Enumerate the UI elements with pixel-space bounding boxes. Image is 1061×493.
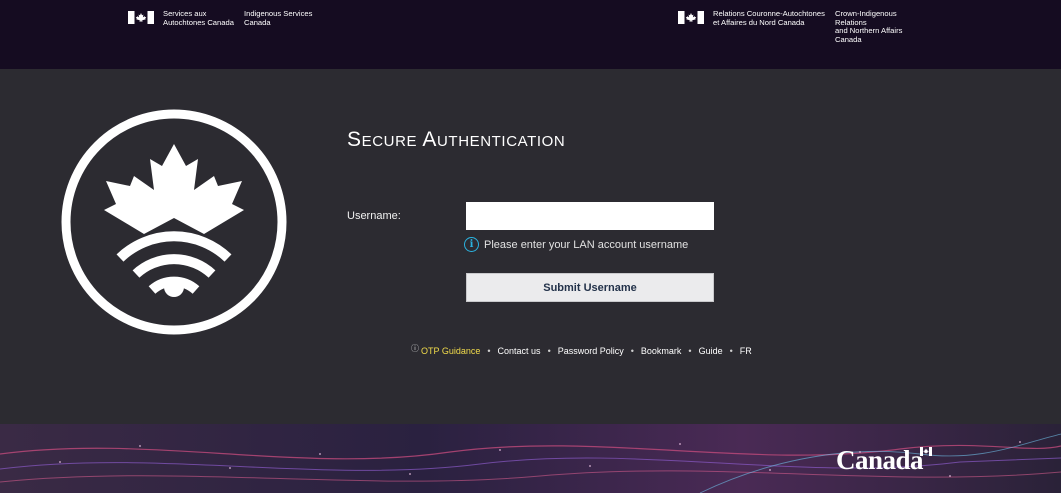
- username-hint: i Please enter your LAN account username: [464, 237, 688, 252]
- secure-maple-wifi-logo-icon: [61, 109, 287, 335]
- federal-identity-banner: Services aux Autochtones Canada Indigeno…: [0, 0, 1061, 69]
- link-separator: •: [547, 345, 551, 356]
- dept-name-en: Crown-Indigenous Relations and Northern …: [835, 9, 903, 44]
- username-label: Username:: [347, 210, 401, 222]
- link-separator: •: [630, 345, 634, 356]
- password-policy-link[interactable]: Password Policy: [558, 346, 624, 356]
- link-separator: •: [688, 345, 692, 356]
- wordmark-flag-icon: [920, 447, 932, 456]
- footer-links: ⓘ OTP Guidance • Contact us • Password P…: [411, 344, 752, 356]
- otp-guidance-link[interactable]: OTP Guidance: [421, 346, 480, 356]
- link-separator: •: [729, 345, 733, 356]
- fip-crown-indigenous-relations: Relations Couronne-Autochtones et Affair…: [678, 9, 916, 44]
- link-separator: •: [487, 345, 491, 356]
- fip-indigenous-services: Services aux Autochtones Canada Indigeno…: [128, 9, 325, 27]
- username-input[interactable]: [466, 202, 714, 230]
- contact-us-link[interactable]: Contact us: [498, 346, 541, 356]
- bookmark-link[interactable]: Bookmark: [641, 346, 682, 356]
- canada-flag-icon: [128, 11, 154, 24]
- canada-flag-icon: [678, 11, 704, 24]
- hint-text: Please enter your LAN account username: [484, 238, 689, 251]
- info-icon: i: [464, 237, 479, 252]
- submit-username-button[interactable]: Submit Username: [466, 273, 714, 302]
- guide-link[interactable]: Guide: [699, 346, 723, 356]
- otp-info-icon: ⓘ: [411, 344, 419, 353]
- dept-name-fr: Services aux Autochtones Canada: [163, 9, 234, 27]
- canada-wordmark: Canada: [836, 445, 924, 475]
- language-toggle-link[interactable]: FR: [740, 346, 752, 356]
- dept-name-en: Indigenous Services Canada: [244, 9, 313, 27]
- dept-name-fr: Relations Couronne-Autochtones et Affair…: [713, 9, 825, 27]
- page-title: Secure Authentication: [347, 128, 566, 151]
